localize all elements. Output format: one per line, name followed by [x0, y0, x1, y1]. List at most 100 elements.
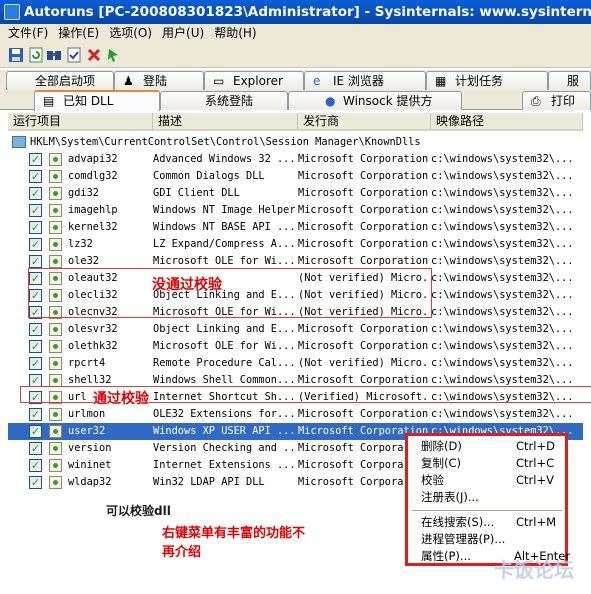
ctx-process-explorer[interactable]: 进程管理器(P)...	[408, 531, 565, 548]
jump-icon[interactable]	[106, 47, 122, 63]
enabled-checkbox[interactable]: ✓	[29, 357, 42, 370]
enabled-checkbox[interactable]: ✓	[29, 221, 42, 234]
delete-icon[interactable]	[86, 47, 102, 63]
tab-ie[interactable]: e IE 浏览器	[304, 71, 426, 90]
menu-action[interactable]: 操作(E)	[53, 24, 104, 42]
explorer-icon: ▭	[213, 74, 225, 88]
annotation-context-note-1: 右键菜单有丰富的功能不	[162, 526, 306, 541]
enabled-checkbox[interactable]: ✓	[29, 425, 42, 438]
ctx-label: 在线搜索(S)...	[421, 515, 495, 529]
dll-file-icon	[49, 357, 62, 370]
ctx-verify[interactable]: 校验 Ctrl+V	[408, 472, 565, 489]
enabled-checkbox[interactable]: ✓	[29, 238, 42, 251]
registry-group-row[interactable]: HKLM\System\CurrentControlSet\Control\Se…	[8, 134, 583, 150]
table-row[interactable]: ✓ advapi32 Advanced Windows 32 ... Microsof…	[8, 151, 583, 168]
tab-label: 服	[567, 74, 580, 88]
enabled-checkbox[interactable]: ✓	[29, 323, 42, 336]
column-header-image-path[interactable]: 映像路径	[431, 113, 583, 129]
menu-options[interactable]: 选项(O)	[104, 24, 157, 42]
column-header-publisher[interactable]: 发行商	[298, 113, 431, 129]
entry-image-path: c:\windows\system32\...	[431, 323, 574, 335]
tab-known-dll[interactable]: ▤ 已知 DLL	[34, 90, 160, 111]
enabled-checkbox[interactable]: ✓	[29, 340, 42, 353]
menu-help[interactable]: 帮助(H)	[209, 24, 261, 42]
ctx-shortcut: Ctrl+C	[516, 456, 555, 470]
ctx-copy[interactable]: 复制(C) Ctrl+C	[408, 455, 565, 472]
enabled-checkbox[interactable]: ✓	[29, 255, 42, 268]
enabled-checkbox[interactable]: ✓	[29, 204, 42, 217]
entry-name: olesvr32	[68, 323, 118, 335]
table-row[interactable]: ✓ kernel32 Windows NT BASE API ... Microsof…	[8, 219, 583, 236]
enabled-checkbox[interactable]: ✓	[29, 170, 42, 183]
ctx-delete[interactable]: 删除(D) Ctrl+D	[408, 438, 565, 455]
find-icon[interactable]	[46, 47, 62, 63]
window-title-bar[interactable]: Autoruns [PC-200808301823\Administrator]…	[0, 0, 591, 24]
entry-description: Windows NT Image Helper	[153, 204, 295, 216]
dll-file-icon	[49, 221, 62, 234]
ctx-label: 复制(C)	[421, 456, 462, 470]
entry-image-path: c:\windows\system32\...	[431, 170, 574, 182]
dll-icon: ▤	[43, 94, 55, 108]
enabled-checkbox[interactable]: ✓	[29, 153, 42, 166]
table-row[interactable]: ✓ imagehlp Windows NT Image Helper Microsof…	[8, 202, 583, 219]
entry-publisher: Microsoft Corporation	[298, 187, 428, 199]
entry-image-path: c:\windows\system32\...	[431, 238, 574, 250]
ctx-label: 校验	[421, 473, 444, 487]
enabled-checkbox[interactable]: ✓	[29, 442, 42, 455]
tab-all-autostart[interactable]: 全部启动项	[6, 71, 114, 90]
verify-icon[interactable]	[66, 47, 82, 63]
entry-publisher: Microsoft Corporation	[298, 408, 428, 420]
logon-icon: ♟	[123, 74, 134, 88]
refresh-icon[interactable]	[28, 47, 44, 63]
enabled-checkbox[interactable]: ✓	[29, 459, 42, 472]
menu-user[interactable]: 用户(U)	[157, 24, 209, 42]
table-row[interactable]: ✓ rpcrt4 Remote Procedure Cal... (Not verif…	[8, 355, 583, 372]
entry-image-path: c:\windows\system32\...	[431, 408, 574, 420]
table-row[interactable]: ✓ olethk32 Microsoft OLE for Wi... Microsof…	[8, 338, 583, 355]
save-icon[interactable]	[8, 47, 24, 63]
menu-file[interactable]: 文件(F)	[0, 24, 53, 42]
entry-name: user32	[68, 425, 106, 437]
table-row[interactable]: ✓ lz32 LZ Expand/Compress A... Microsoft Co…	[8, 236, 583, 253]
dll-file-icon	[49, 153, 62, 166]
tab-services[interactable]: 服	[548, 71, 591, 90]
table-row[interactable]: ✓ comdlg32 Common Dialogs DLL Microsoft Cor…	[8, 168, 583, 185]
tab-logon[interactable]: ♟ 登陆	[114, 71, 204, 90]
enabled-checkbox[interactable]: ✓	[29, 187, 42, 200]
tab-scheduled-tasks[interactable]: ▦ 计划任务	[426, 71, 548, 90]
ctx-search-online[interactable]: 在线搜索(S)... Ctrl+M	[408, 514, 565, 531]
enabled-checkbox[interactable]: ✓	[29, 408, 42, 421]
dll-file-icon	[49, 476, 62, 489]
annotation-verified: 通过校验	[93, 388, 149, 408]
table-row[interactable]: ✓ gdi32 GDI Client DLL Microsoft Corporatio…	[8, 185, 583, 202]
table-row[interactable]: ✓ olesvr32 Object Linking and E... Microsof…	[8, 321, 583, 338]
ctx-shortcut: Ctrl+M	[516, 515, 557, 529]
annotation-context-note-2: 再介绍	[162, 545, 202, 560]
entry-publisher: Microsoft Corporation	[298, 238, 428, 250]
tab-system-logon[interactable]: 系统登陆	[160, 91, 288, 110]
annotation-not-verified: 没通过校验	[152, 277, 222, 293]
ctx-registry[interactable]: 注册表(J)...	[408, 489, 565, 506]
dll-file-icon	[49, 340, 62, 353]
column-header-entry[interactable]: 运行项目	[8, 113, 153, 129]
table-row[interactable]: ✓ urlmon OLE32 Extensions for... Microsoft …	[8, 406, 583, 423]
ctx-shortcut: Ctrl+V	[516, 473, 554, 487]
enabled-checkbox[interactable]: ✓	[29, 476, 42, 489]
entry-name: kernel32	[68, 221, 118, 233]
entry-image-path: c:\windows\system32\...	[431, 255, 574, 267]
entry-publisher: Microsoft Corporation	[298, 153, 428, 165]
entry-publisher: Microsoft Corporation	[298, 170, 428, 182]
entry-publisher: Microsoft Corporation	[298, 204, 428, 216]
entry-name: rpcrt4	[68, 357, 106, 369]
entry-description: Remote Procedure Cal...	[153, 357, 295, 369]
registry-key-icon	[12, 136, 26, 148]
tab-explorer[interactable]: ▭ Explorer	[204, 71, 304, 90]
tab-print[interactable]: ⎙ 打印	[522, 91, 591, 110]
dll-file-icon	[49, 170, 62, 183]
ctx-label: 属性(P)...	[421, 549, 471, 563]
globe-icon: ●	[325, 94, 336, 108]
column-header-description[interactable]: 描述	[153, 113, 298, 129]
tab-winsock[interactable]: ● Winsock 提供方	[288, 91, 462, 110]
not-verified-highlight-box	[28, 268, 432, 318]
entry-publisher: Microsoft Corporation	[298, 323, 428, 335]
